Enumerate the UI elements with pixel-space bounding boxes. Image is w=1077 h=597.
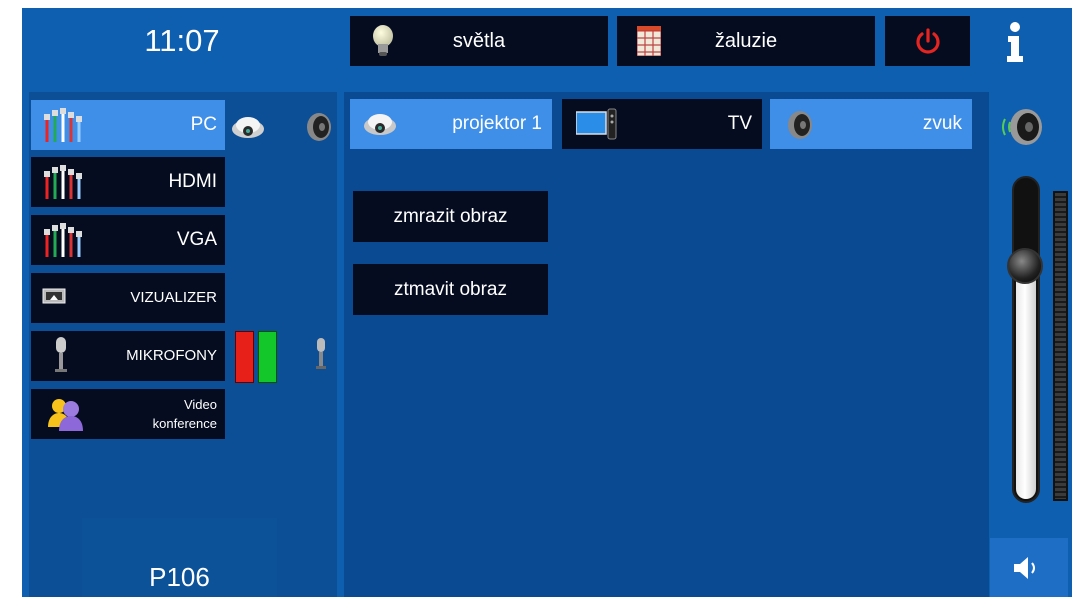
source-microphones-button[interactable]: MIKROFONY <box>31 331 225 381</box>
source-pc-button[interactable]: PC <box>31 100 225 150</box>
source-visualizer-button[interactable]: VIZUALIZER <box>31 273 225 323</box>
room-name: P106 <box>82 518 277 597</box>
tab-projector[interactable]: projektor 1 <box>350 99 552 149</box>
volume-slider-fill <box>1016 270 1036 499</box>
speaker-icon <box>307 113 331 141</box>
source-hdmi-button[interactable]: HDMI <box>31 157 225 207</box>
speaker-mute-icon <box>1014 557 1035 579</box>
tv-icon <box>576 108 617 140</box>
source-label: Video konference <box>152 397 217 431</box>
source-vga-button[interactable]: VGA <box>31 215 225 265</box>
tab-sound[interactable]: zvuk <box>770 99 972 149</box>
tab-label: projektor 1 <box>452 113 542 134</box>
source-video-conference-button[interactable]: Video konference <box>31 389 225 439</box>
power-icon <box>915 28 940 54</box>
volume-speaker-icon <box>1002 109 1042 145</box>
power-button[interactable] <box>885 16 970 66</box>
control-panel-screen: 11:07 světla žaluzie PC HDMI VGA VIZUALI… <box>22 8 1072 597</box>
visualizer-icon <box>42 288 66 304</box>
source-label: VIZUALIZER <box>130 289 217 306</box>
cables-icon <box>44 108 82 142</box>
speaker-icon <box>788 111 812 139</box>
cables-icon <box>44 223 82 257</box>
mute-button[interactable] <box>990 538 1068 597</box>
volume-level-meter <box>1053 191 1068 501</box>
tab-tv[interactable]: TV <box>562 99 762 149</box>
source-label: PC <box>190 114 217 135</box>
output-panel <box>344 92 989 597</box>
blinds-label: žaluzie <box>714 29 778 52</box>
lights-label: světla <box>452 29 506 52</box>
volume-slider-knob[interactable] <box>1007 248 1043 284</box>
info-icon[interactable] <box>1006 22 1024 62</box>
microphone-icon <box>55 337 67 372</box>
lights-button[interactable]: světla <box>350 16 608 66</box>
users-icon <box>48 399 83 431</box>
source-label: MIKROFONY <box>126 347 217 364</box>
tab-label: TV <box>727 113 752 134</box>
clock: 11:07 <box>144 23 220 58</box>
projector-icon <box>232 117 264 138</box>
mic-status-red <box>235 331 254 383</box>
source-label: HDMI <box>168 171 217 192</box>
projector-icon <box>364 114 396 135</box>
freeze-image-button[interactable]: zmrazit obraz <box>353 191 548 242</box>
microphone-small-icon <box>316 338 326 369</box>
mic-status-green <box>258 331 277 383</box>
dim-image-button[interactable]: ztmavit obraz <box>353 264 548 315</box>
blinds-button[interactable]: žaluzie <box>617 16 875 66</box>
tab-label: zvuk <box>922 113 962 134</box>
source-label: VGA <box>176 229 217 250</box>
cables-icon <box>44 165 82 199</box>
